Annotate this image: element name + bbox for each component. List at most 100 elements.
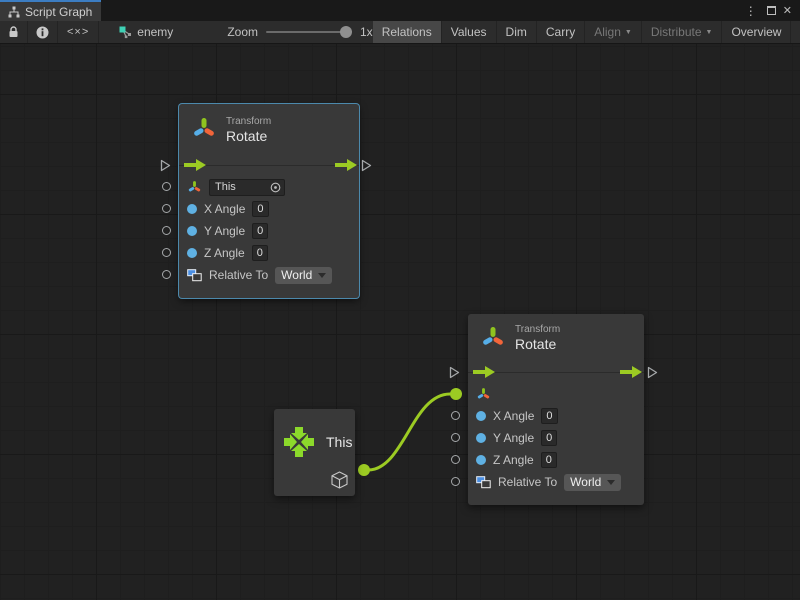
value-input-port[interactable] — [451, 411, 460, 420]
dim-button[interactable]: Dim — [497, 21, 537, 43]
titlebar: Script Graph ⋮ ✕ — [0, 0, 800, 21]
y-angle-input[interactable]: 0 — [252, 223, 268, 239]
value-input-port[interactable] — [162, 226, 171, 235]
tab-script-graph[interactable]: Script Graph — [0, 0, 101, 21]
value-input-port[interactable] — [162, 248, 171, 257]
close-icon[interactable]: ✕ — [783, 4, 792, 17]
z-angle-row: Z Angle 0 — [179, 242, 359, 264]
breadcrumb[interactable]: enemy — [119, 21, 173, 43]
value-input-port[interactable] — [451, 477, 460, 486]
zoom-control: Zoom 1x — [227, 21, 372, 43]
maximize-icon[interactable] — [767, 6, 776, 15]
x-angle-input[interactable]: 0 — [541, 408, 557, 424]
node-this[interactable]: This — [274, 409, 355, 496]
overview-button[interactable]: Overview — [722, 21, 791, 43]
info-icon — [36, 26, 49, 39]
distribute-button[interactable]: Distribute ▼ — [642, 21, 723, 43]
enum-icon — [187, 269, 202, 282]
node-rotate-1[interactable]: Transform Rotate This — [179, 104, 359, 298]
y-angle-input[interactable]: 0 — [541, 430, 557, 446]
z-angle-row: Z Angle 0 — [468, 449, 644, 471]
zoom-slider-handle[interactable] — [340, 26, 352, 38]
flow-output-port[interactable] — [647, 366, 658, 384]
z-angle-input[interactable]: 0 — [252, 245, 268, 261]
z-angle-input[interactable]: 0 — [541, 452, 557, 468]
values-button[interactable]: Values — [442, 21, 497, 43]
graph-canvas[interactable]: Transform Rotate This — [0, 44, 800, 600]
code-icon: <×> — [67, 26, 89, 38]
x-angle-row: X Angle 0 — [179, 198, 359, 220]
carry-button[interactable]: Carry — [537, 21, 585, 43]
flow-out-arrow-icon — [620, 366, 642, 378]
zoom-value: 1x — [360, 25, 373, 39]
zoom-slider[interactable] — [266, 31, 352, 33]
info-button[interactable] — [28, 21, 58, 43]
this-node-label: This — [326, 434, 352, 450]
relations-button[interactable]: Relations — [373, 21, 442, 43]
y-angle-row: Y Angle 0 — [468, 427, 644, 449]
relative-to-row: Relative To World — [468, 471, 644, 493]
value-port-dot — [476, 455, 486, 465]
value-input-port-connected[interactable] — [450, 388, 462, 400]
transform-icon-small — [187, 180, 202, 195]
value-port-dot — [476, 411, 486, 421]
connection-wire — [0, 44, 800, 600]
chevron-down-icon: ▼ — [706, 29, 713, 36]
flow-in-arrow-icon — [184, 159, 206, 171]
flow-row — [468, 361, 644, 383]
relative-to-row: Relative To World — [179, 264, 359, 286]
object-picker-icon[interactable] — [270, 182, 281, 193]
this-self-icon — [281, 424, 317, 460]
value-input-port[interactable] — [451, 455, 460, 464]
transform-icon — [480, 325, 506, 351]
fullscreen-button[interactable]: Full Screen — [791, 21, 800, 43]
value-input-port[interactable] — [162, 270, 171, 279]
flow-row — [179, 154, 359, 176]
value-port-dot — [187, 204, 197, 214]
node-header: Transform Rotate — [179, 104, 359, 154]
enum-icon — [476, 476, 491, 489]
x-angle-row: X Angle 0 — [468, 405, 644, 427]
chevron-down-icon — [318, 273, 326, 278]
chevron-down-icon: ▼ — [625, 29, 632, 36]
node-title: Rotate — [226, 128, 271, 144]
value-port-dot — [187, 248, 197, 258]
x-angle-input[interactable]: 0 — [252, 201, 268, 217]
value-input-port[interactable] — [162, 182, 171, 191]
node-title: Rotate — [515, 336, 560, 352]
transform-icon — [191, 116, 217, 142]
zoom-label: Zoom — [227, 25, 258, 39]
lock-button[interactable] — [0, 21, 28, 43]
hierarchy-icon — [8, 6, 20, 18]
code-view-button[interactable]: <×> — [58, 21, 99, 43]
node-category: Transform — [226, 115, 271, 128]
chevron-down-icon — [607, 480, 615, 485]
graph-icon — [119, 26, 132, 39]
node-category: Transform — [515, 323, 560, 336]
tab-label: Script Graph — [25, 5, 92, 19]
node-rotate-2[interactable]: Transform Rotate X Angle — [468, 314, 644, 505]
output-port-connected[interactable] — [358, 464, 370, 476]
value-input-port[interactable] — [451, 433, 460, 442]
flow-output-port[interactable] — [361, 159, 372, 177]
node-header: Transform Rotate — [468, 314, 644, 361]
value-port-dot — [476, 433, 486, 443]
flow-out-arrow-icon — [335, 159, 357, 171]
target-object-field[interactable]: This — [209, 179, 285, 196]
value-input-port[interactable] — [162, 204, 171, 213]
flow-input-port[interactable] — [160, 159, 171, 177]
relative-to-dropdown[interactable]: World — [564, 474, 621, 491]
transform-icon-small — [476, 387, 491, 402]
flow-input-port[interactable] — [449, 366, 460, 384]
gameobject-cube-icon — [331, 471, 348, 489]
relative-to-dropdown[interactable]: World — [275, 267, 332, 284]
value-port-dot — [187, 226, 197, 236]
more-menu-icon[interactable]: ⋮ — [742, 4, 760, 18]
toolbar: <×> enemy Zoom 1x Relations Values Dim C… — [0, 21, 800, 44]
align-button[interactable]: Align ▼ — [585, 21, 642, 43]
graph-name: enemy — [137, 25, 173, 39]
y-angle-row: Y Angle 0 — [179, 220, 359, 242]
flow-in-arrow-icon — [473, 366, 495, 378]
lock-icon — [8, 26, 19, 38]
this-row: This — [179, 176, 359, 198]
